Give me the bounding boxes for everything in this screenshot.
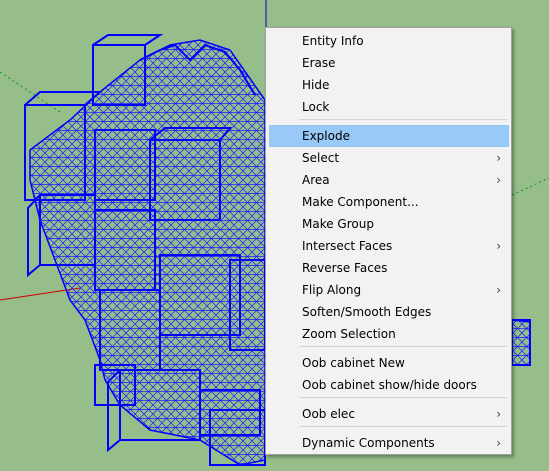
terrain-mesh [29, 39, 266, 466]
submenu-arrow-icon: › [496, 436, 501, 450]
menu-item-oob-cabinet-show-hide-doors[interactable]: Oob cabinet show/hide doors [269, 374, 509, 396]
menu-item-label: Make Component... [302, 195, 419, 209]
menu-item-label: Entity Info [302, 34, 364, 48]
menu-separator [299, 346, 507, 347]
menu-separator [299, 397, 507, 398]
menu-item-label: Oob elec [302, 407, 355, 421]
menu-separator [299, 119, 507, 120]
green-axis-right [511, 177, 549, 196]
menu-item-label: Flip Along [302, 283, 362, 297]
menu-item-label: Oob cabinet show/hide doors [302, 378, 477, 392]
submenu-arrow-icon: › [496, 151, 501, 165]
menu-item-label: Lock [302, 100, 330, 114]
submenu-arrow-icon: › [496, 239, 501, 253]
menu-item-zoom-selection[interactable]: Zoom Selection [269, 323, 509, 345]
menu-item-soften-smooth-edges[interactable]: Soften/Smooth Edges [269, 301, 509, 323]
menu-item-label: Soften/Smooth Edges [302, 305, 432, 319]
menu-item-label: Reverse Faces [302, 261, 388, 275]
menu-item-oob-elec[interactable]: Oob elec › [269, 403, 509, 425]
menu-item-label: Explode [302, 129, 350, 143]
menu-item-dynamic-components[interactable]: Dynamic Components › [269, 432, 509, 454]
menu-item-select[interactable]: Select › [269, 147, 509, 169]
menu-item-make-group[interactable]: Make Group [269, 213, 509, 235]
menu-item-lock[interactable]: Lock [269, 96, 509, 118]
menu-item-erase[interactable]: Erase [269, 52, 509, 74]
menu-item-flip-along[interactable]: Flip Along › [269, 279, 509, 301]
menu-item-intersect-faces[interactable]: Intersect Faces › [269, 235, 509, 257]
submenu-arrow-icon: › [496, 283, 501, 297]
menu-item-area[interactable]: Area › [269, 169, 509, 191]
menu-item-label: Zoom Selection [302, 327, 396, 341]
menu-item-label: Dynamic Components [302, 436, 435, 450]
menu-item-label: Select [302, 151, 340, 165]
menu-item-hide[interactable]: Hide [269, 74, 509, 96]
submenu-arrow-icon: › [496, 407, 501, 421]
menu-item-reverse-faces[interactable]: Reverse Faces [269, 257, 509, 279]
menu-item-make-component[interactable]: Make Component... [269, 191, 509, 213]
menu-item-label: Intersect Faces [302, 239, 393, 253]
menu-item-label: Oob cabinet New [302, 356, 405, 370]
menu-item-label: Make Group [302, 217, 374, 231]
menu-item-oob-cabinet-new[interactable]: Oob cabinet New [269, 352, 509, 374]
submenu-arrow-icon: › [496, 173, 501, 187]
menu-item-label: Erase [302, 56, 336, 70]
menu-item-explode[interactable]: Explode [269, 125, 509, 147]
terrain-mesh-right [511, 319, 531, 366]
context-menu: Entity Info Erase Hide Lock Explode Select › Ar… [265, 27, 512, 455]
menu-separator [299, 426, 507, 427]
menu-item-label: Hide [302, 78, 330, 92]
menu-item-entity-info[interactable]: Entity Info [269, 30, 509, 52]
menu-item-label: Area [302, 173, 330, 187]
